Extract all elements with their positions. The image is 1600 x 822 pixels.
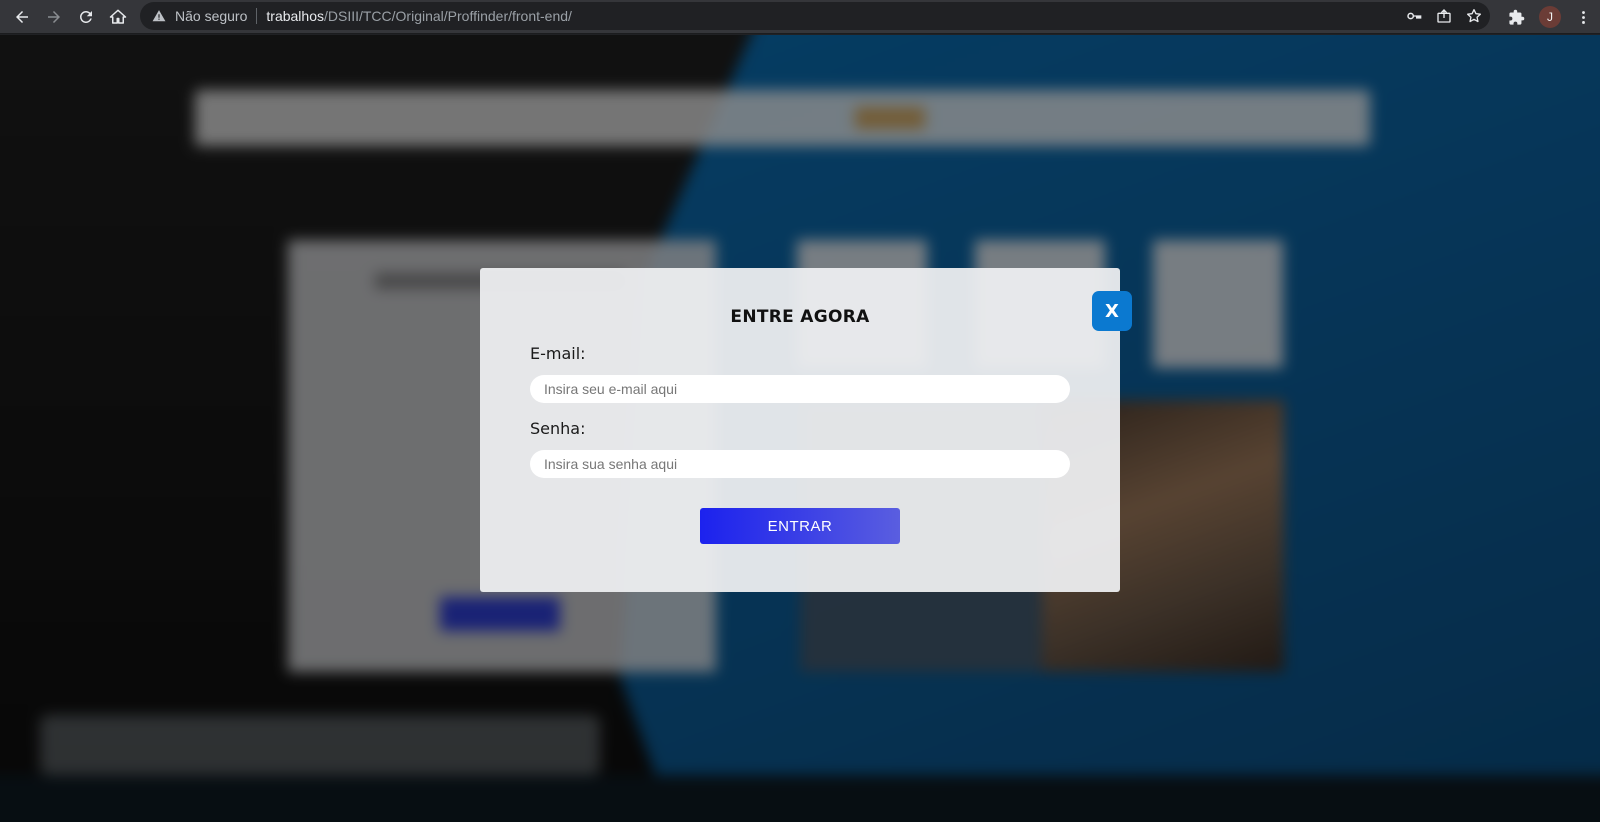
address-bar-actions (1406, 2, 1482, 30)
key-icon[interactable] (1406, 8, 1422, 24)
home-icon (109, 9, 127, 24)
reload-button[interactable] (70, 1, 102, 33)
email-field[interactable] (530, 375, 1070, 403)
back-button[interactable] (6, 1, 38, 33)
page-viewport: ENTRE AGORA E-mail: Senha: ENTRAR X (0, 35, 1600, 822)
forward-icon (48, 10, 60, 23)
forward-button[interactable] (38, 1, 70, 33)
back-icon (16, 10, 28, 23)
close-modal-button[interactable]: X (1092, 291, 1132, 331)
login-modal: ENTRE AGORA E-mail: Senha: ENTRAR (480, 268, 1120, 592)
address-bar[interactable]: Não seguro trabalhos/DSIII/TCC/Original/… (140, 2, 1490, 30)
security-status-label[interactable]: Não seguro (175, 8, 247, 24)
url-path[interactable]: /DSIII/TCC/Original/Proffinder/front-end… (324, 8, 572, 24)
email-label: E-mail: (530, 344, 586, 363)
warning-icon[interactable] (152, 9, 166, 23)
modal-title: ENTRE AGORA (730, 307, 870, 327)
url-host[interactable]: trabalhos (266, 8, 324, 24)
password-label: Senha: (530, 419, 586, 438)
star-icon[interactable] (1466, 8, 1482, 24)
divider (256, 8, 258, 24)
extensions-icon[interactable] (1508, 9, 1525, 26)
browser-toolbar: Não seguro trabalhos/DSIII/TCC/Original/… (0, 0, 1600, 34)
reload-icon (79, 10, 92, 23)
share-icon[interactable] (1436, 8, 1452, 24)
home-button[interactable] (102, 1, 134, 33)
login-submit-button[interactable]: ENTRAR (700, 508, 900, 544)
profile-avatar[interactable]: J (1539, 6, 1561, 28)
password-field[interactable] (530, 450, 1070, 478)
menu-icon[interactable] (1575, 9, 1592, 26)
browser-actions: J (1508, 0, 1592, 34)
